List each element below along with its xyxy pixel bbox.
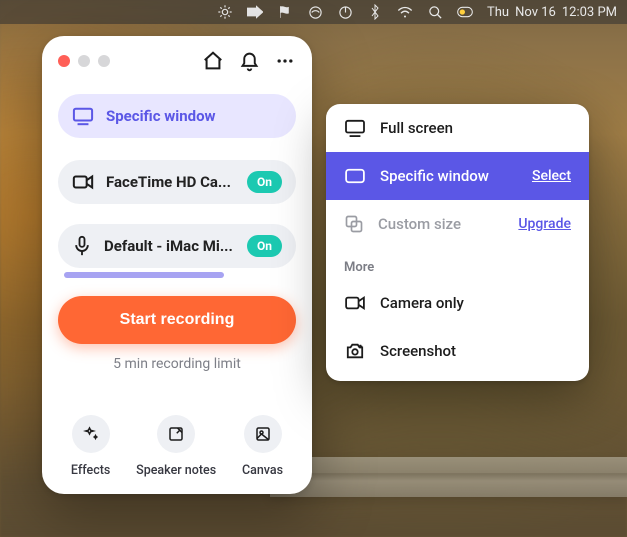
zoom-window[interactable] [98, 55, 110, 67]
flag-icon[interactable] [277, 4, 293, 20]
arrow-icon[interactable] [247, 4, 263, 20]
menu-specific-window[interactable]: Specific window Select [326, 152, 589, 200]
macos-menubar: Thu Nov 16 12:03 PM [0, 0, 627, 24]
search-icon[interactable] [427, 4, 443, 20]
menu-full-screen[interactable]: Full screen [326, 104, 589, 152]
bell-icon[interactable] [238, 50, 260, 72]
camera-icon [72, 173, 94, 191]
capture-mode-label: Specific window [106, 107, 282, 125]
clock-time: 12:03 PM [562, 5, 617, 20]
speaker-notes-tool[interactable]: Speaker notes [136, 415, 216, 478]
camera-badge: On [247, 171, 282, 193]
mic-label: Default - iMac Mi... [104, 237, 235, 255]
control-center-icon[interactable] [457, 4, 473, 20]
mic-icon [72, 235, 92, 257]
home-icon[interactable] [202, 50, 224, 72]
menu-camera-only[interactable]: Camera only [326, 279, 589, 327]
menubar-clock[interactable]: Thu Nov 16 12:03 PM [487, 5, 617, 20]
window-controls [58, 55, 110, 67]
window-icon [344, 168, 366, 184]
swirl-icon[interactable] [307, 4, 323, 20]
power-icon[interactable] [337, 4, 353, 20]
mic-badge: On [247, 235, 282, 257]
monitor-icon [344, 119, 366, 137]
tool-row: Effects Speaker notes Canvas [58, 411, 296, 478]
menu-screenshot[interactable]: Screenshot [326, 327, 589, 375]
camera-icon [344, 295, 366, 311]
capture-mode-selector[interactable]: Specific window [58, 94, 296, 138]
menu-custom-size[interactable]: Custom size Upgrade [326, 200, 589, 248]
start-recording-button[interactable]: Start recording [58, 296, 296, 344]
more-icon[interactable] [274, 50, 296, 72]
wifi-icon[interactable] [397, 4, 413, 20]
mic-level-indicator [64, 272, 224, 278]
canvas-tool[interactable]: Canvas [242, 415, 283, 478]
crop-icon [344, 214, 364, 234]
monitor-icon [72, 106, 94, 126]
screenshot-icon [344, 342, 366, 360]
effects-tool[interactable]: Effects [71, 415, 110, 478]
menu-custom-size-label: Custom size [378, 215, 504, 233]
wallpaper-fence [270, 457, 627, 497]
upgrade-link[interactable]: Upgrade [518, 216, 571, 232]
camera-label: FaceTime HD Ca... [106, 173, 235, 191]
menu-full-screen-label: Full screen [380, 119, 571, 137]
menu-camera-only-label: Camera only [380, 294, 571, 312]
menu-section-more: More [326, 248, 589, 279]
select-link[interactable]: Select [532, 168, 571, 184]
notes-label: Speaker notes [136, 463, 216, 478]
panel-header [58, 50, 296, 72]
clock-day: Thu [487, 5, 509, 20]
recording-limit-label: 5 min recording limit [58, 356, 296, 372]
mic-selector[interactable]: Default - iMac Mi... On [58, 224, 296, 268]
close-window[interactable] [58, 55, 70, 67]
menu-screenshot-label: Screenshot [380, 342, 571, 360]
canvas-label: Canvas [242, 463, 283, 478]
minimize-window[interactable] [78, 55, 90, 67]
clock-date: Nov 16 [515, 5, 556, 20]
record-label: Start recording [120, 311, 235, 328]
effects-label: Effects [71, 463, 110, 478]
sun-icon[interactable] [217, 4, 233, 20]
capture-mode-popover: Full screen Specific window Select Custo… [326, 104, 589, 381]
menu-specific-window-label: Specific window [380, 167, 518, 185]
camera-selector[interactable]: FaceTime HD Ca... On [58, 160, 296, 204]
recorder-panel: Specific window FaceTime HD Ca... On Def… [42, 36, 312, 494]
bluetooth-icon[interactable] [367, 4, 383, 20]
